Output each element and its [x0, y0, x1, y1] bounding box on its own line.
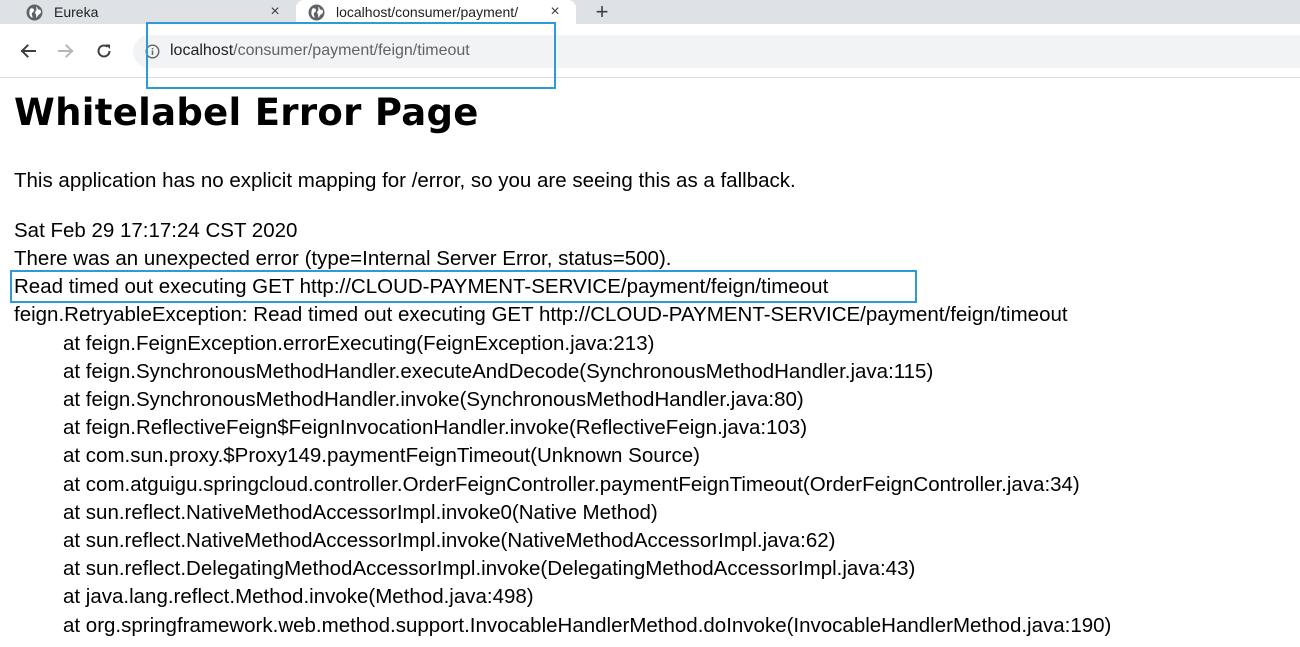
- forward-button[interactable]: [53, 38, 79, 64]
- tab-title: Eureka: [54, 4, 99, 20]
- arrow-left-icon: [20, 44, 36, 58]
- stack-frame: at java.lang.reflect.Method.invoke(Metho…: [63, 585, 534, 609]
- globe-icon: [308, 4, 325, 21]
- stack-frame: at com.atguigu.springcloud.controller.Or…: [63, 472, 1080, 496]
- error-timestamp: Sat Feb 29 17:17:24 CST 2020: [14, 219, 298, 242]
- globe-icon: [26, 4, 43, 21]
- close-tab-icon[interactable]: ×: [266, 3, 284, 21]
- tab-eureka[interactable]: Eureka ×: [0, 0, 292, 24]
- message-highlight-box: [10, 270, 917, 303]
- page-content: Whitelabel Error Page This application h…: [14, 88, 1294, 637]
- error-summary: There was an unexpected error (type=Inte…: [14, 247, 672, 270]
- intro-text: This application has no explicit mapping…: [14, 169, 796, 192]
- stack-frame: at feign.SynchronousMethodHandler.invoke…: [63, 388, 804, 412]
- exception-line: feign.RetryableException: Read timed out…: [14, 303, 1068, 327]
- stack-frame: at sun.reflect.NativeMethodAccessorImpl.…: [63, 500, 658, 524]
- stack-frame: at org.springframework.web.method.suppor…: [63, 613, 1112, 637]
- stack-frame: at sun.reflect.NativeMethodAccessorImpl.…: [63, 529, 836, 553]
- reload-icon: [97, 44, 111, 58]
- arrow-right-icon: [58, 44, 74, 58]
- back-button[interactable]: [15, 38, 41, 64]
- stack-frame: at sun.reflect.DelegatingMethodAccessorI…: [63, 557, 916, 581]
- stack-frame: at com.sun.proxy.$Proxy149.paymentFeignT…: [63, 444, 700, 468]
- new-tab-button[interactable]: +: [590, 0, 614, 24]
- stack-frame: at feign.ReflectiveFeign$FeignInvocation…: [63, 416, 808, 440]
- stack-frame: at feign.FeignException.errorExecuting(F…: [63, 331, 655, 355]
- stack-frame: at feign.SynchronousMethodHandler.execut…: [63, 359, 934, 383]
- tab-consumer-timeout[interactable]: localhost/consumer/payment/ ×: [296, 0, 576, 24]
- url-highlight-box: [146, 22, 556, 89]
- tab-title: localhost/consumer/payment/: [336, 4, 519, 20]
- page-title: Whitelabel Error Page: [14, 91, 479, 134]
- error-details: There was an unexpected error (type=Inte…: [14, 245, 1111, 640]
- reload-button[interactable]: [91, 38, 117, 64]
- tab-strip: Eureka × localhost/consumer/payment/ × +: [0, 0, 1300, 24]
- close-tab-icon[interactable]: ×: [546, 3, 564, 21]
